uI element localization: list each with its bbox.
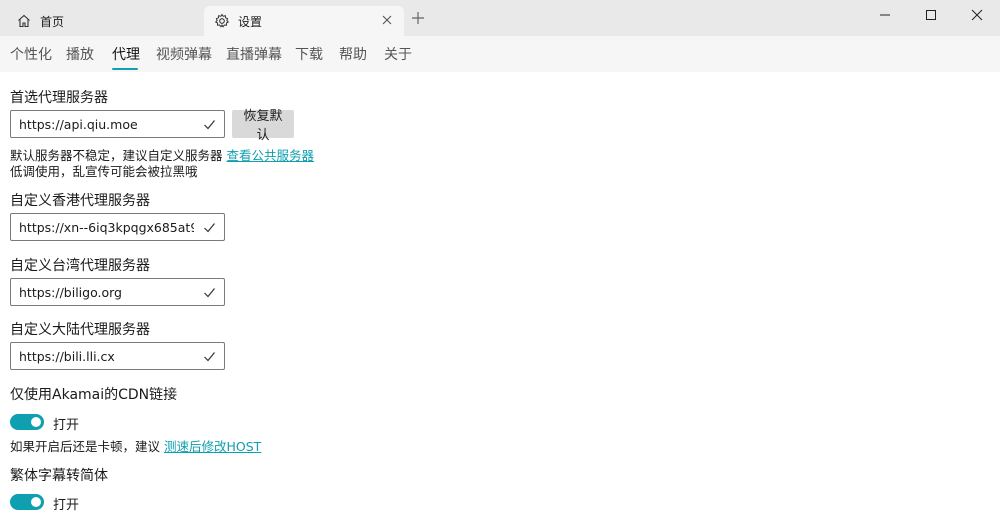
tw-proxy-heading: 自定义台湾代理服务器 bbox=[10, 258, 150, 274]
close-window-button[interactable] bbox=[954, 0, 1000, 30]
close-tab-icon[interactable] bbox=[380, 13, 394, 27]
gear-icon bbox=[214, 13, 230, 29]
preferred-proxy-warning: 低调使用，乱宣传可能会被拉黑哦 bbox=[10, 164, 198, 179]
toggle-knob bbox=[31, 497, 41, 507]
speedtest-host-link[interactable]: 测速后修改HOST bbox=[164, 439, 261, 454]
title-bar: 首页 设置 bbox=[0, 0, 1000, 36]
akamai-toggle-label: 打开 bbox=[53, 418, 80, 433]
minimize-button[interactable] bbox=[862, 0, 908, 30]
tw-proxy-input[interactable]: https://biligo.org bbox=[10, 278, 225, 306]
maximize-icon bbox=[926, 10, 936, 20]
traditional-to-simplified-heading: 繁体字幕转简体 bbox=[10, 468, 108, 484]
minimize-icon bbox=[880, 14, 890, 16]
tab-home[interactable]: 首页 bbox=[6, 6, 202, 36]
tab-settings-label: 设置 bbox=[238, 14, 263, 29]
tw-proxy-value: https://biligo.org bbox=[19, 284, 122, 300]
preferred-proxy-value: https://api.qiu.moe bbox=[19, 116, 138, 132]
traditional-toggle-label: 打开 bbox=[53, 498, 80, 513]
maximize-button[interactable] bbox=[908, 0, 954, 30]
nav-about[interactable]: 关于 bbox=[384, 44, 412, 64]
nav-personalization[interactable]: 个性化 bbox=[10, 44, 52, 64]
nav-proxy[interactable]: 代理 bbox=[112, 44, 140, 64]
nav-live-danmaku[interactable]: 直播弹幕 bbox=[226, 44, 282, 64]
nav-download[interactable]: 下载 bbox=[295, 44, 323, 64]
preferred-proxy-input[interactable]: https://api.qiu.moe bbox=[10, 110, 225, 138]
public-servers-link[interactable]: 查看公共服务器 bbox=[227, 148, 315, 163]
nav-help[interactable]: 帮助 bbox=[339, 44, 367, 64]
nav-video-danmaku[interactable]: 视频弹幕 bbox=[156, 44, 212, 64]
new-tab-icon[interactable] bbox=[410, 10, 426, 26]
check-icon[interactable] bbox=[203, 221, 216, 234]
check-icon[interactable] bbox=[203, 286, 216, 299]
cn-proxy-value: https://bili.lli.cx bbox=[19, 348, 115, 364]
tab-home-label: 首页 bbox=[40, 14, 65, 29]
settings-nav: 个性化 播放 代理 视频弹幕 直播弹幕 下载 帮助 关于 bbox=[0, 36, 1000, 72]
active-tab-indicator bbox=[112, 68, 138, 70]
home-icon bbox=[16, 13, 32, 29]
cn-proxy-input[interactable]: https://bili.lli.cx bbox=[10, 342, 225, 370]
reset-default-button[interactable]: 恢复默认 bbox=[232, 108, 294, 142]
akamai-toggle[interactable] bbox=[10, 414, 44, 430]
nav-playback[interactable]: 播放 bbox=[66, 44, 94, 64]
traditional-to-simplified-toggle[interactable] bbox=[10, 494, 44, 510]
close-icon bbox=[971, 9, 983, 21]
tab-settings[interactable]: 设置 bbox=[204, 6, 404, 36]
akamai-note-text: 如果开启后还是卡顿，建议 bbox=[10, 439, 161, 454]
hk-proxy-heading: 自定义香港代理服务器 bbox=[10, 193, 150, 209]
hk-proxy-input[interactable]: https://xn--6iq3kpqgx685at9rw0i5 bbox=[10, 213, 225, 241]
akamai-note: 如果开启后还是卡顿，建议 测速后修改HOST bbox=[10, 436, 261, 455]
toggle-knob bbox=[31, 417, 41, 427]
akamai-heading: 仅使用Akamai的CDN链接 bbox=[10, 387, 178, 403]
hk-proxy-value: https://xn--6iq3kpqgx685at9rw0i5 bbox=[19, 219, 194, 235]
cn-proxy-heading: 自定义大陆代理服务器 bbox=[10, 322, 150, 338]
preferred-proxy-heading: 首选代理服务器 bbox=[10, 90, 108, 106]
check-icon[interactable] bbox=[203, 350, 216, 363]
check-icon[interactable] bbox=[203, 118, 216, 131]
